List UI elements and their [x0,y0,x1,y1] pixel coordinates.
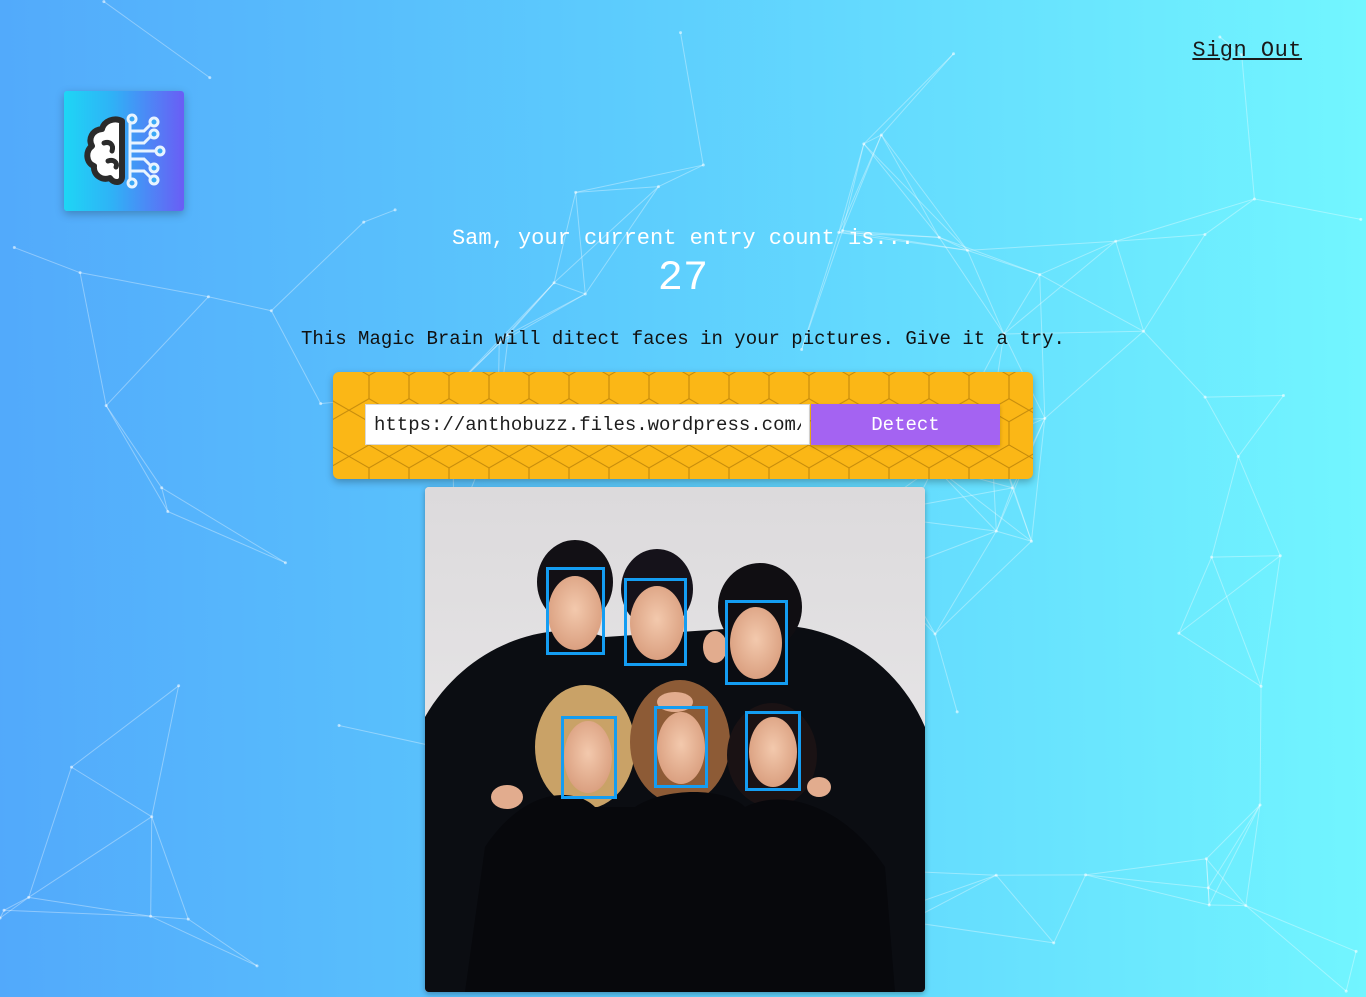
face-bounding-box [654,706,708,788]
face-bounding-box [624,578,687,666]
face-bounding-box [725,600,788,685]
face-bounding-box [561,716,617,799]
face-bounding-box [546,567,605,655]
image-link-form: Detect [333,372,1033,479]
logo[interactable] [64,91,184,211]
result-image [425,487,925,992]
detect-button[interactable]: Detect [811,404,1000,445]
sign-out-link[interactable]: Sign Out [1192,38,1302,63]
entry-count-greeting: Sam, your current entry count is... [451,226,915,251]
face-bounding-box [745,711,801,791]
brain-circuit-icon [84,113,166,189]
intro-text: This Magic Brain will ditect faces in yo… [301,328,1065,350]
image-url-input[interactable] [365,404,810,445]
entry-count-value: 27 [657,254,709,302]
